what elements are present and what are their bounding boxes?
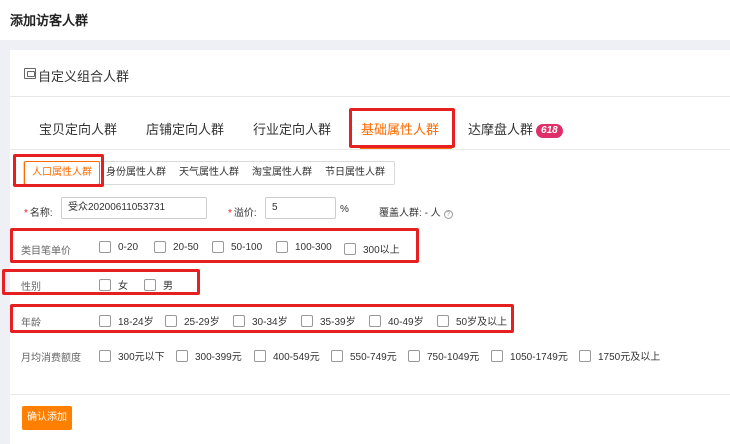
category-price-label: 类目笔单价 <box>21 246 71 257</box>
coverage-info: 覆盖人群: - 人? <box>379 204 453 219</box>
checkbox[interactable] <box>212 241 224 253</box>
age-option[interactable]: 30-34岁 <box>233 313 288 328</box>
checkbox[interactable] <box>99 314 111 327</box>
tab-store-audience[interactable]: 店铺定向人群 <box>146 119 224 138</box>
name-label: * 名称: <box>24 208 53 219</box>
price-option[interactable]: 100-300 <box>276 241 332 253</box>
checkbox[interactable] <box>254 349 266 362</box>
spend-option[interactable]: 1750元及以上 <box>579 348 660 363</box>
card-title: 自定义组合人群 <box>38 69 130 84</box>
checkbox[interactable] <box>344 242 356 255</box>
audience-icon <box>24 68 36 79</box>
help-icon[interactable]: ? <box>443 210 453 219</box>
age-option[interactable]: 40-49岁 <box>369 313 424 328</box>
spend-option[interactable]: 300元以下 <box>99 348 165 363</box>
checkbox[interactable] <box>144 278 156 291</box>
checkbox[interactable] <box>176 349 188 362</box>
name-input[interactable]: 受众20200611053731 <box>61 197 207 219</box>
sub-tab-bar: 人口属性人群 身份属性人群 天气属性人群 淘宝属性人群 节日属性人群 <box>23 161 395 185</box>
subtab-weather[interactable]: 天气属性人群 <box>179 162 239 184</box>
page-title: 添加访客人群 <box>10 13 89 28</box>
subtab-taobao[interactable]: 淘宝属性人群 <box>252 162 312 184</box>
tab-product-audience[interactable]: 宝贝定向人群 <box>39 119 117 138</box>
footer-divider <box>10 394 730 395</box>
tab-divider <box>10 149 730 150</box>
spend-option[interactable]: 750-1049元 <box>408 348 479 363</box>
subtab-holiday[interactable]: 节日属性人群 <box>325 162 385 184</box>
checkbox[interactable] <box>165 314 177 327</box>
checkbox[interactable] <box>408 349 420 362</box>
subtab-demographic[interactable]: 人口属性人群 <box>24 161 100 185</box>
checkbox[interactable] <box>233 314 245 327</box>
age-option[interactable]: 50岁及以上 <box>437 313 507 328</box>
checkbox[interactable] <box>301 314 313 327</box>
gender-label: 性别 <box>21 282 41 293</box>
promo-badge: 618 <box>536 124 563 138</box>
checkbox[interactable] <box>99 241 111 253</box>
checkbox[interactable] <box>99 349 111 362</box>
monthly-spend-label: 月均消费额度 <box>21 353 81 364</box>
premium-input[interactable]: 5 <box>265 197 336 219</box>
price-option[interactable]: 20-50 <box>154 241 199 253</box>
gender-option-male[interactable]: 男 <box>144 277 173 292</box>
tab-industry-audience[interactable]: 行业定向人群 <box>253 119 331 138</box>
age-option[interactable]: 35-39岁 <box>301 313 356 328</box>
checkbox[interactable] <box>579 349 591 362</box>
premium-unit: % <box>340 204 349 215</box>
checkbox[interactable] <box>437 314 449 327</box>
confirm-add-button[interactable]: 确认添加 <box>22 406 72 430</box>
premium-label: * 溢价: <box>228 208 257 219</box>
age-option[interactable]: 25-29岁 <box>165 313 220 328</box>
spend-option[interactable]: 300-399元 <box>176 348 242 363</box>
price-option[interactable]: 0-20 <box>99 241 138 253</box>
subtab-identity[interactable]: 身份属性人群 <box>106 162 166 184</box>
top-bar: 添加访客人群 <box>0 0 730 40</box>
checkbox[interactable] <box>331 349 343 362</box>
card-header: 自定义组合人群 <box>10 50 730 97</box>
checkbox[interactable] <box>491 349 503 362</box>
spend-option[interactable]: 400-549元 <box>254 348 320 363</box>
checkbox[interactable] <box>276 241 288 253</box>
checkbox[interactable] <box>154 241 166 253</box>
checkbox[interactable] <box>369 314 381 327</box>
audience-card: 自定义组合人群 宝贝定向人群 店铺定向人群 行业定向人群 基础属性人群 达摩盘人… <box>2 50 730 444</box>
spend-option[interactable]: 550-749元 <box>331 348 397 363</box>
checkbox[interactable] <box>99 278 111 291</box>
price-option[interactable]: 300以上 <box>344 241 400 256</box>
tab-damo-audience[interactable]: 达摩盘人群 618 <box>468 119 563 138</box>
age-label: 年龄 <box>21 318 41 329</box>
price-option[interactable]: 50-100 <box>212 241 262 253</box>
tab-basic-attribute-audience[interactable]: 基础属性人群 <box>361 119 439 138</box>
gender-option-female[interactable]: 女 <box>99 277 128 292</box>
age-option[interactable]: 18-24岁 <box>99 313 154 328</box>
spend-option[interactable]: 1050-1749元 <box>491 348 568 363</box>
